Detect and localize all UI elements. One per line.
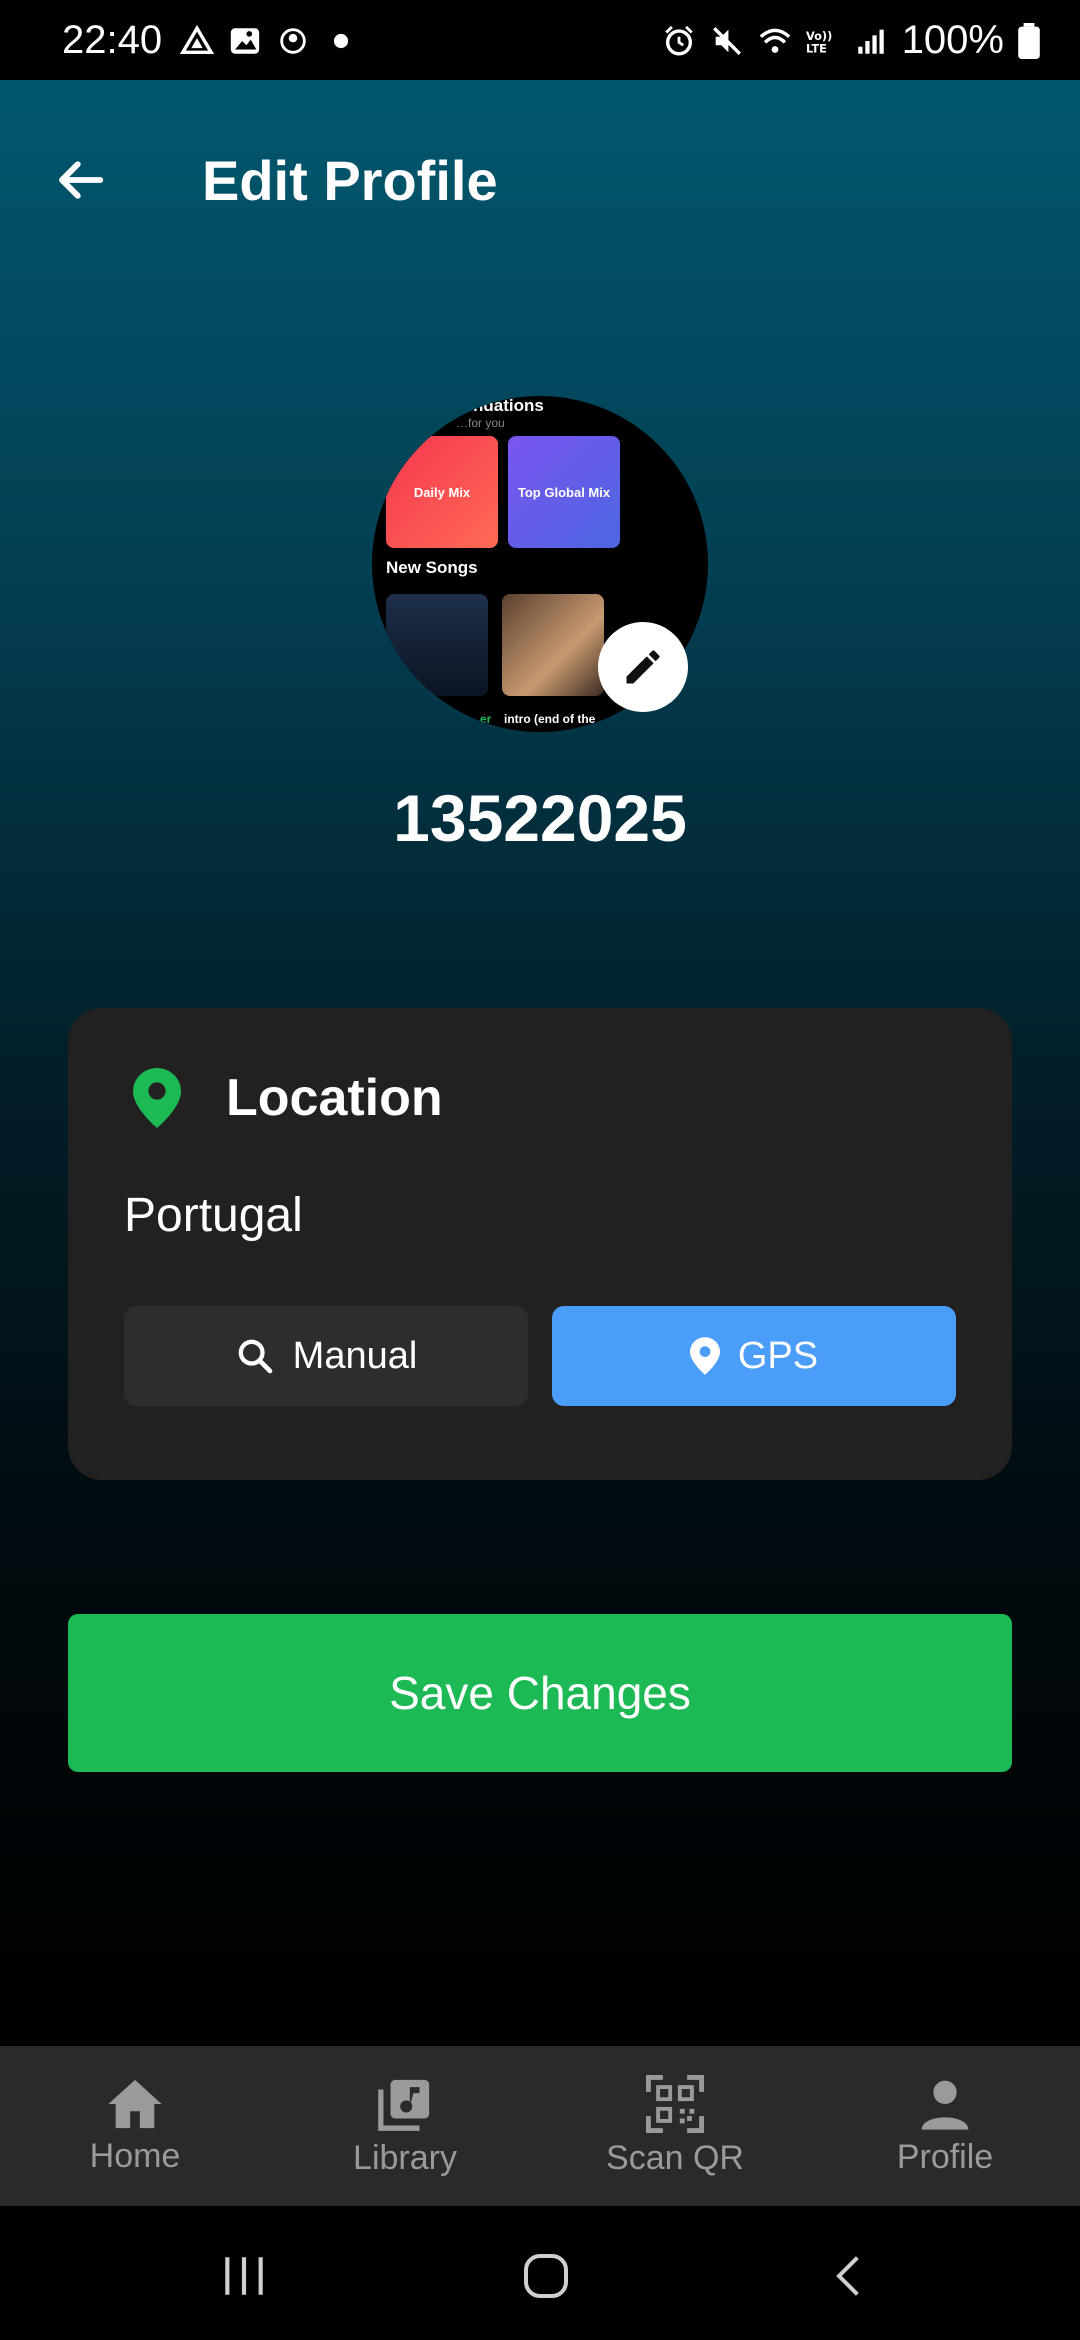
daily-mix-label: Daily Mix: [413, 484, 471, 500]
bottom-navigation: Home Library Scan QR Profile: [0, 2046, 1080, 2206]
nav-profile-label: Profile: [896, 2137, 994, 2176]
volte-icon: Vo))LTE: [806, 28, 832, 55]
nav-library-label: Library: [353, 2138, 457, 2177]
nav-library[interactable]: Library: [270, 2046, 540, 2206]
avatar-heading-fragment: …ndations: [456, 396, 544, 415]
home-icon: [108, 2079, 162, 2128]
username: 13522025: [393, 781, 687, 855]
location-title: Location: [226, 1069, 443, 1127]
pencil-icon: [626, 650, 660, 684]
status-bar: 22:40 Vo)) LTE 100%: [0, 0, 1080, 80]
song-thumbnail-1: [386, 594, 488, 696]
battery-icon: [1018, 22, 1040, 59]
search-icon: [238, 1339, 273, 1374]
manual-label: Manual: [292, 1334, 418, 1377]
app-icon: [280, 28, 306, 54]
location-header: Location: [132, 1068, 443, 1128]
drive-icon: [180, 24, 214, 55]
arrow-left-icon: [59, 161, 104, 199]
edit-profile-screen: Edit Profile …ndations …for you Daily Mi…: [0, 80, 1080, 2046]
gps-label: GPS: [737, 1334, 819, 1377]
status-right-icons: Vo)) LTE 100%: [662, 18, 1040, 63]
nav-scan-qr[interactable]: Scan QR: [540, 2046, 810, 2206]
nav-profile[interactable]: Profile: [810, 2046, 1080, 2206]
avatar-container: …ndations …for you Daily Mix Top Global …: [372, 396, 708, 732]
location-card: Location Portugal Manual GPS: [68, 1008, 1012, 1480]
recents-button[interactable]: [214, 2246, 274, 2306]
back-button[interactable]: [40, 140, 120, 220]
song-caption-1: …er: [468, 712, 492, 726]
nav-home[interactable]: Home: [0, 2046, 270, 2206]
new-songs-label: New Songs: [386, 558, 478, 577]
edit-avatar-button[interactable]: [598, 622, 688, 712]
app-header: Edit Profile: [0, 120, 1080, 240]
song-thumbnail-2: [502, 594, 604, 696]
svg-text:LTE: LTE: [806, 41, 827, 55]
person-icon: [921, 2080, 969, 2130]
song-caption-2: intro (end of the: [504, 712, 596, 726]
dot-icon: [333, 33, 349, 49]
alarm-icon: [664, 25, 693, 55]
location-value: Portugal: [124, 1189, 303, 1242]
status-time: 22:40: [62, 18, 163, 62]
back-chevron-icon: [836, 2256, 859, 2296]
manual-location-button[interactable]: Manual: [124, 1306, 528, 1406]
nav-home-label: Home: [89, 2136, 181, 2175]
daily-mix-card: Daily Mix: [386, 436, 498, 548]
gallery-icon: [230, 28, 260, 54]
top-global-mix-label: Top Global Mix: [517, 484, 611, 500]
wifi-icon: [759, 28, 790, 53]
map-pin-icon: [133, 1068, 181, 1128]
avatar-sub-fragment: …for you: [456, 416, 505, 430]
status-left-icons: [180, 24, 358, 58]
nav-scan-qr-label: Scan QR: [606, 2138, 744, 2177]
page-title: Edit Profile: [202, 149, 498, 212]
signal-icon: [857, 29, 884, 54]
back-system-button[interactable]: [820, 2246, 880, 2306]
top-global-mix-card: Top Global Mix: [508, 436, 620, 548]
system-navigation-bar: [0, 2206, 1080, 2340]
mute-icon: [712, 26, 741, 55]
home-circle-icon: [524, 2254, 568, 2298]
battery-percent: 100%: [901, 18, 1004, 62]
qr-code-icon: [646, 2074, 704, 2133]
gps-location-button[interactable]: GPS: [552, 1306, 956, 1406]
home-system-button[interactable]: [516, 2246, 576, 2306]
save-changes-button[interactable]: Save Changes: [68, 1614, 1012, 1772]
library-icon: [378, 2079, 430, 2131]
save-label: Save Changes: [389, 1667, 691, 1719]
map-pin-icon: [689, 1337, 720, 1375]
recents-icon: [225, 2257, 263, 2295]
